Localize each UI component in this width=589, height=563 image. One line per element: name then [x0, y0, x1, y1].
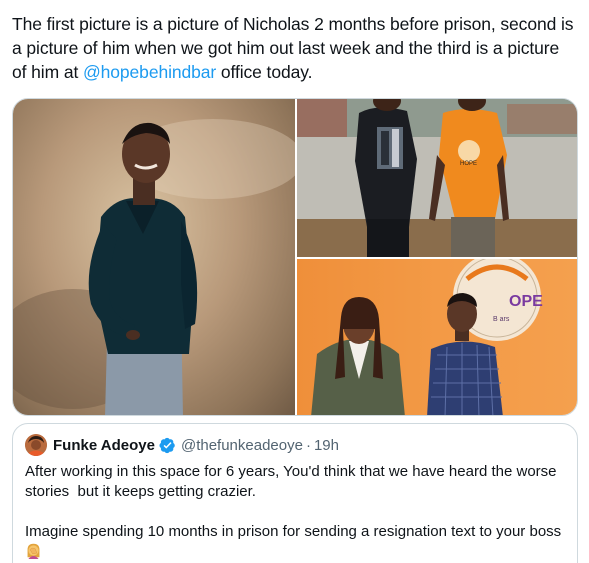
quoted-tweet-paragraph-1: After working in this space for 6 years,… [25, 463, 561, 500]
photo-3-image: OPE B ars [311, 259, 543, 415]
photo-3-logo-text: OPE [509, 293, 543, 310]
verified-badge-icon [159, 437, 175, 453]
avatar-image [25, 434, 47, 456]
display-name[interactable]: Funke Adeoye [53, 437, 155, 454]
quoted-tweet-paragraph-2-text: Imagine spending 10 months in prison for… [25, 523, 562, 540]
timestamp[interactable]: 19h [314, 437, 339, 454]
photo-3-logo-subtext: B ars [493, 316, 510, 323]
quoted-tweet-card[interactable]: Funke Adeoye @thefunkeadeoye · 19h After… [12, 423, 578, 563]
photo-2-shirt-text: HOPE [460, 161, 477, 167]
photo-nicholas-before-prison[interactable] [13, 99, 295, 415]
quoted-tweet-body: After working in this space for 6 years,… [25, 462, 565, 562]
separator-dot: · [305, 436, 311, 454]
avatar[interactable] [25, 434, 47, 456]
woman-facepalming-emoji-icon [27, 543, 40, 559]
mention-link[interactable]: @hopebehindbar [83, 62, 216, 82]
photo-1-image [13, 119, 295, 415]
photo-nicholas-released[interactable]: HOPE [297, 99, 577, 257]
tweet-text: The first picture is a picture of Nichol… [12, 12, 578, 84]
photo-nicholas-at-office[interactable]: OPE B ars [297, 259, 577, 415]
media-grid: HOPE OPE B ars [12, 98, 578, 416]
handle[interactable]: @thefunkeadeoye [181, 437, 303, 454]
photo-2-image: HOPE [297, 99, 577, 257]
quoted-tweet-paragraph-2: Imagine spending 10 months in prison for… [25, 522, 565, 562]
tweet-text-part2: office today. [216, 62, 313, 82]
quoted-tweet-header: Funke Adeoye @thefunkeadeoye · 19h [25, 434, 339, 456]
